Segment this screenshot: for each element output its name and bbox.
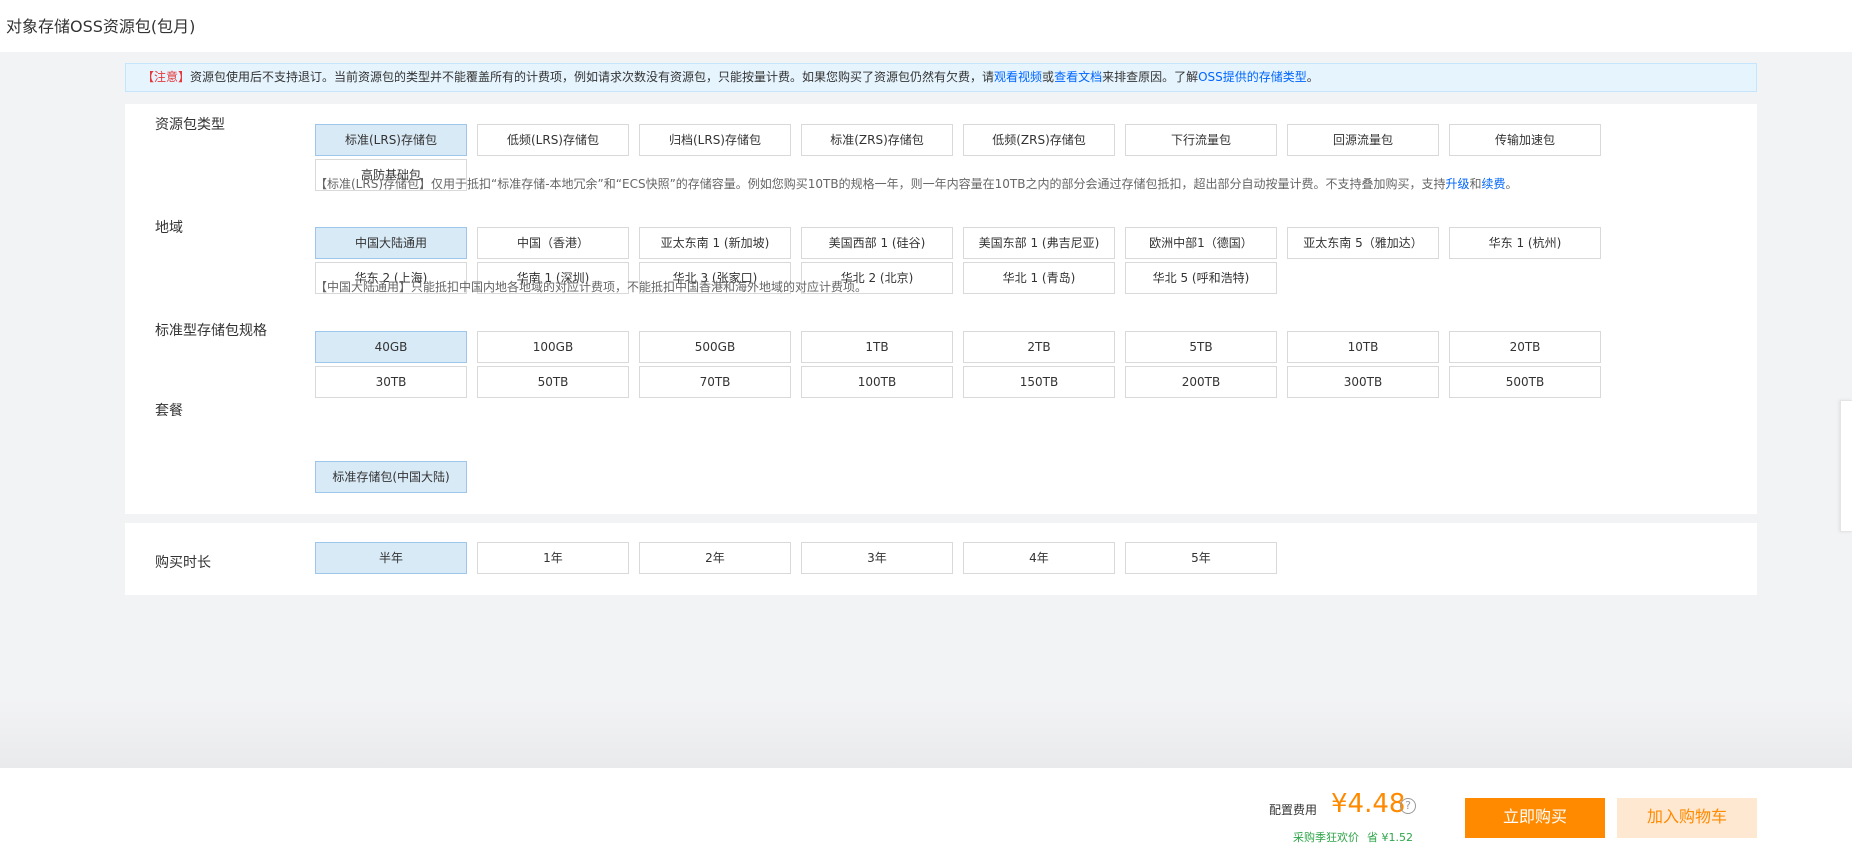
spec-option-15[interactable]: 500TB — [1449, 366, 1601, 398]
region-option-7[interactable]: 华东 1 (杭州) — [1449, 227, 1601, 259]
config-panel: 资源包类型 标准(LRS)存储包 低频(LRS)存储包 归档(LRS)存储包 标准(Z… — [125, 104, 1757, 514]
region-option-4[interactable]: 美国东部 1 (弗吉尼亚) — [963, 227, 1115, 259]
notice-text: 资源包使用后不支持退订。当前资源包的类型并不能覆盖所有的计费项，例如请求次数没有… — [190, 70, 995, 84]
duration-panel: 购买时长 半年 1年 2年 3年 4年 5年 — [125, 523, 1757, 595]
storage-types-link[interactable]: OSS提供的存储类型 — [1198, 70, 1307, 84]
region-option-1[interactable]: 中国（香港） — [477, 227, 629, 259]
footer-shadow — [0, 700, 1852, 768]
duration-option-0[interactable]: 半年 — [315, 542, 467, 574]
duration-option-5[interactable]: 5年 — [1125, 542, 1277, 574]
region-option-0[interactable]: 中国大陆通用 — [315, 227, 467, 259]
package-hint-text: 【标准(LRS)存储包】仅用于抵扣“标准存储-本地冗余”和“ECS快照”的存储容… — [315, 177, 1446, 191]
package-type-option-1[interactable]: 低频(LRS)存储包 — [477, 124, 629, 156]
region-label: 地域 — [155, 220, 183, 236]
upgrade-link[interactable]: 升级 — [1445, 177, 1469, 191]
duration-option-4[interactable]: 4年 — [963, 542, 1115, 574]
region-option-2[interactable]: 亚太东南 1 (新加坡) — [639, 227, 791, 259]
spec-option-5[interactable]: 5TB — [1125, 331, 1277, 363]
package-hint-end: 。 — [1505, 177, 1518, 191]
spec-option-8[interactable]: 30TB — [315, 366, 467, 398]
spec-option-14[interactable]: 300TB — [1287, 366, 1439, 398]
region-option-3[interactable]: 美国西部 1 (硅谷) — [801, 227, 953, 259]
package-type-option-4[interactable]: 低频(ZRS)存储包 — [963, 124, 1115, 156]
package-type-option-0[interactable]: 标准(LRS)存储包 — [315, 124, 467, 156]
notice-warning: 【注意】 — [142, 70, 191, 84]
side-feedback-tab[interactable] — [1840, 400, 1852, 532]
renew-link[interactable]: 续费 — [1481, 177, 1505, 191]
region-option-6[interactable]: 亚太东南 5（雅加达） — [1287, 227, 1439, 259]
spec-option-4[interactable]: 2TB — [963, 331, 1115, 363]
duration-option-1[interactable]: 1年 — [477, 542, 629, 574]
spec-option-6[interactable]: 10TB — [1287, 331, 1439, 363]
duration-option-2[interactable]: 2年 — [639, 542, 791, 574]
spec-option-1[interactable]: 100GB — [477, 331, 629, 363]
package-hint-and: 和 — [1469, 177, 1482, 191]
package-type-option-6[interactable]: 回源流量包 — [1287, 124, 1439, 156]
spec-option-13[interactable]: 200TB — [1125, 366, 1277, 398]
spec-option-2[interactable]: 500GB — [639, 331, 791, 363]
spec-option-0[interactable]: 40GB — [315, 331, 467, 363]
notice-or: 或 — [1042, 70, 1055, 84]
spec-option-11[interactable]: 100TB — [801, 366, 953, 398]
page-header: 对象存储OSS资源包(包月) — [0, 0, 1852, 52]
package-type-option-5[interactable]: 下行流量包 — [1125, 124, 1277, 156]
promo-label: 采购季狂欢价 — [1293, 831, 1359, 844]
spec-option-12[interactable]: 150TB — [963, 366, 1115, 398]
spec-option-10[interactable]: 70TB — [639, 366, 791, 398]
plan-label: 套餐 — [155, 403, 183, 419]
page-title: 对象存储OSS资源包(包月) — [6, 17, 196, 36]
question-icon[interactable]: ? — [1400, 798, 1416, 814]
duration-option-3[interactable]: 3年 — [801, 542, 953, 574]
watch-video-link[interactable]: 观看视频 — [994, 70, 1042, 84]
region-option-5[interactable]: 欧洲中部1（德国） — [1125, 227, 1277, 259]
package-type-option-2[interactable]: 归档(LRS)存储包 — [639, 124, 791, 156]
fee-price: ¥4.48 — [1331, 789, 1406, 819]
purchase-footer: 配置费用 ¥4.48 ? 采购季狂欢价省 ¥1.52 立即购买 加入购物车 — [0, 768, 1852, 853]
duration-label: 购买时长 — [155, 555, 211, 571]
package-type-option-7[interactable]: 传输加速包 — [1449, 124, 1601, 156]
fee-label: 配置费用 — [1269, 803, 1318, 817]
notice-end: 。 — [1306, 70, 1319, 84]
promo-text: 采购季狂欢价省 ¥1.52 — [1293, 829, 1413, 845]
package-type-hint: 【标准(LRS)存储包】仅用于抵扣“标准存储-本地冗余”和“ECS快照”的存储容… — [315, 176, 1518, 192]
package-type-label: 资源包类型 — [155, 117, 225, 133]
notice-banner: 【注意】资源包使用后不支持退订。当前资源包的类型并不能覆盖所有的计费项，例如请求… — [125, 63, 1757, 92]
notice-text-2: 来排查原因。了解 — [1102, 70, 1199, 84]
region-option-13[interactable]: 华北 5 (呼和浩特) — [1125, 262, 1277, 294]
plan-option-0[interactable]: 标准存储包(中国大陆) — [315, 461, 467, 493]
spec-option-3[interactable]: 1TB — [801, 331, 953, 363]
view-docs-link[interactable]: 查看文档 — [1054, 70, 1102, 84]
spec-option-7[interactable]: 20TB — [1449, 331, 1601, 363]
spec-option-9[interactable]: 50TB — [477, 366, 629, 398]
promo-save: 省 ¥1.52 — [1367, 831, 1413, 844]
package-type-option-3[interactable]: 标准(ZRS)存储包 — [801, 124, 953, 156]
buy-now-button[interactable]: 立即购买 — [1465, 798, 1605, 838]
add-to-cart-button[interactable]: 加入购物车 — [1617, 798, 1757, 838]
region-option-12[interactable]: 华北 1 (青岛) — [963, 262, 1115, 294]
spec-label: 标准型存储包规格 — [155, 323, 267, 339]
region-hint: 【中国大陆通用】只能抵扣中国内地各地域的对应计费项，不能抵扣中国香港和海外地域的… — [315, 280, 868, 294]
